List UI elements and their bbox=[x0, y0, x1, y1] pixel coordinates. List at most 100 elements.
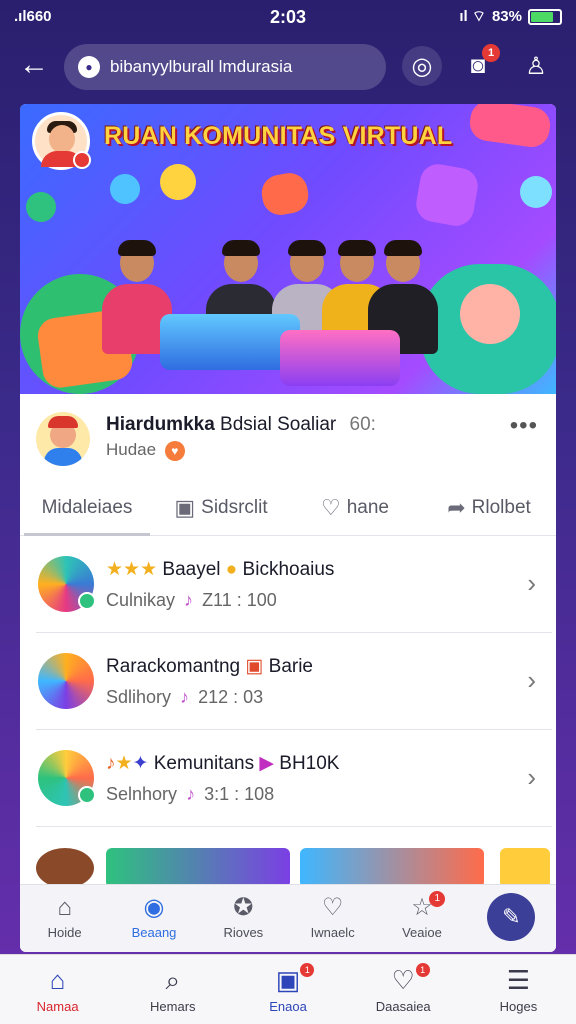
video-thumbnail[interactable] bbox=[500, 848, 550, 888]
author-name-rest: Bdsial Soaliar bbox=[214, 414, 337, 435]
person-head bbox=[222, 240, 260, 282]
community-icon bbox=[38, 750, 96, 806]
notification-badge: 1 bbox=[300, 963, 315, 977]
inner-nav: ⌂ Hoide ◉ Beaang ✪ Rioves ♡ Iwnaelc ☆ 1 … bbox=[20, 884, 556, 952]
inbox-icon: ▣ bbox=[275, 965, 301, 995]
floating-cube-icon bbox=[258, 170, 312, 218]
tab-menu[interactable]: ☰ Hoges bbox=[461, 955, 576, 1024]
banner-image[interactable]: RUAN KOMUNITAS VIRTUAL bbox=[20, 104, 556, 394]
chevron-right-icon: › bbox=[527, 568, 536, 598]
meta-text: Culnikay bbox=[106, 590, 176, 610]
post-card: RUAN KOMUNITAS VIRTUAL Hiardumkka Bdsial… bbox=[20, 104, 556, 952]
thumbnail-row bbox=[20, 848, 556, 888]
list-item-meta: Selnhory ♪ 3:1 : 108 bbox=[106, 784, 274, 805]
meta-text: Sdlihory bbox=[106, 687, 172, 707]
like-label: hane bbox=[346, 496, 389, 518]
avatar-shirt bbox=[44, 448, 82, 466]
author-name[interactable]: Hiardumkka Bdsial Soaliar 60: bbox=[106, 414, 376, 436]
action-bar: Midaleiaes ▣ Sidsrclit ♡ hane ➦ Rlolbet bbox=[20, 480, 556, 536]
menu-icon: ☰ bbox=[506, 965, 531, 995]
meta-time: 3:1 : 108 bbox=[204, 784, 275, 804]
bookmark-icon: ▣ bbox=[174, 494, 196, 520]
music-note-icon: ♪ bbox=[106, 753, 116, 774]
status-right: ıl ⌔ 83% bbox=[459, 7, 562, 26]
floating-cube-icon bbox=[413, 161, 481, 229]
notification-badge: 1 bbox=[415, 963, 430, 977]
post-header: Hiardumkka Bdsial Soaliar 60: Hudae ♥ ••… bbox=[20, 394, 556, 480]
media-label: Midaleiaes bbox=[41, 496, 133, 518]
title-text-2: BH10K bbox=[279, 753, 340, 774]
person-head bbox=[118, 240, 156, 282]
home-icon: ⌂ bbox=[49, 965, 66, 995]
meta-text: Selnhory bbox=[106, 784, 178, 804]
share-label: Rlolbet bbox=[471, 496, 531, 518]
inner-nav-home[interactable]: ⌂ Hoide bbox=[20, 885, 109, 952]
inner-nav-veaioe[interactable]: ☆ 1 Veaioe bbox=[377, 885, 466, 952]
video-thumbnail[interactable] bbox=[300, 848, 484, 888]
nav-label: Hoges bbox=[499, 999, 538, 1014]
notification-badge: 1 bbox=[429, 891, 446, 907]
tab-home[interactable]: ⌂ Namaa bbox=[0, 955, 115, 1024]
video-thumbnail[interactable] bbox=[106, 848, 290, 888]
nav-label: Rioves bbox=[223, 925, 264, 940]
nav-label: Iwnaelc bbox=[310, 925, 355, 940]
floating-cube-icon bbox=[105, 169, 145, 209]
back-arrow-icon[interactable]: ← bbox=[16, 48, 52, 84]
save-button[interactable]: ▣ Sidsrclit bbox=[154, 480, 288, 535]
inner-nav-rioves[interactable]: ✪ Rioves bbox=[199, 885, 288, 952]
profile-icon[interactable]: ♙ bbox=[516, 46, 556, 86]
post-count: 60: bbox=[349, 414, 376, 435]
search-bar[interactable]: ● bbox=[64, 44, 386, 90]
chevron-right-icon: › bbox=[527, 762, 536, 792]
list-item-title: ★★★ Baayel ● Bickhoaius bbox=[106, 558, 334, 581]
top-bar: ← ● ◎ ◙ 1 ♙ bbox=[0, 38, 576, 94]
inner-nav-beaang[interactable]: ◉ Beaang bbox=[109, 885, 198, 952]
share-button[interactable]: ➦ Rlolbet bbox=[422, 480, 556, 535]
floating-cube-icon bbox=[467, 104, 553, 150]
games-icon: ✪ bbox=[233, 894, 254, 921]
avatar-face bbox=[49, 125, 75, 153]
post-subtitle: Hudae ♥ bbox=[106, 440, 185, 461]
inner-nav-favorite[interactable]: ♡ Iwnaelc bbox=[288, 885, 377, 952]
author-avatar[interactable] bbox=[36, 412, 90, 466]
list-item[interactable]: ♪★✦ Kemunitans ▶ BH10K Selnhory ♪ 3:1 : … bbox=[36, 730, 552, 827]
title-text: Rarackomantng bbox=[106, 656, 241, 677]
tab-activity[interactable]: ♡ 1 Daasaiea bbox=[346, 955, 461, 1024]
inner-nav-fab[interactable]: ✎ bbox=[467, 885, 556, 952]
tab-inbox[interactable]: ▣ 1 Enaoa bbox=[230, 955, 345, 1024]
medal-icon: ● bbox=[225, 559, 238, 580]
list-item[interactable]: Rarackomantng ▣ Barie Sdlihory ♪ 212 : 0… bbox=[36, 633, 552, 730]
tab-search[interactable]: ⌕ Hemars bbox=[115, 955, 230, 1024]
person-head bbox=[384, 240, 422, 282]
game-platform bbox=[280, 330, 400, 386]
compass-icon[interactable]: ◎ bbox=[402, 46, 442, 86]
person-head bbox=[288, 240, 326, 282]
play-icon: ▶ bbox=[259, 753, 274, 774]
wifi-icon: ıl ⌔ bbox=[459, 8, 486, 25]
title-text: Baayel bbox=[162, 559, 221, 580]
gift-icon: ▣ bbox=[245, 656, 264, 677]
more-options-icon[interactable]: ••• bbox=[510, 412, 538, 440]
status-bar: .ıl660 2:03 ıl ⌔ 83% bbox=[0, 0, 576, 34]
list-item-title: Rarackomantng ▣ Barie bbox=[106, 655, 313, 678]
camera-badge: 1 bbox=[482, 44, 500, 62]
nav-label: Enaoa bbox=[269, 999, 307, 1014]
banner-title: RUAN KOMUNITAS VIRTUAL bbox=[104, 122, 453, 150]
status-dot bbox=[78, 786, 96, 804]
camera-icon: ◉ bbox=[143, 894, 165, 921]
title-text-2: Bickhoaius bbox=[242, 559, 335, 580]
search-icon: ⌕ bbox=[165, 965, 181, 995]
user-thumbnail[interactable] bbox=[36, 848, 94, 888]
cartoon-character bbox=[460, 284, 520, 344]
search-input[interactable] bbox=[110, 57, 370, 77]
list-item[interactable]: ★★★ Baayel ● Bickhoaius Culnikay ♪ Z11 :… bbox=[36, 536, 552, 633]
subtitle-text: Hudae bbox=[106, 440, 157, 459]
host-avatar[interactable] bbox=[32, 112, 91, 170]
camera-icon[interactable]: ◙ 1 bbox=[458, 44, 500, 86]
heart-icon: ♡ bbox=[391, 965, 415, 995]
edit-icon[interactable]: ✎ bbox=[487, 893, 536, 941]
like-button[interactable]: ♡ hane bbox=[288, 480, 422, 535]
star-icon: ★ bbox=[115, 753, 133, 774]
nav-label: Beaang bbox=[131, 925, 177, 940]
tab-media[interactable]: Midaleiaes bbox=[20, 480, 154, 536]
